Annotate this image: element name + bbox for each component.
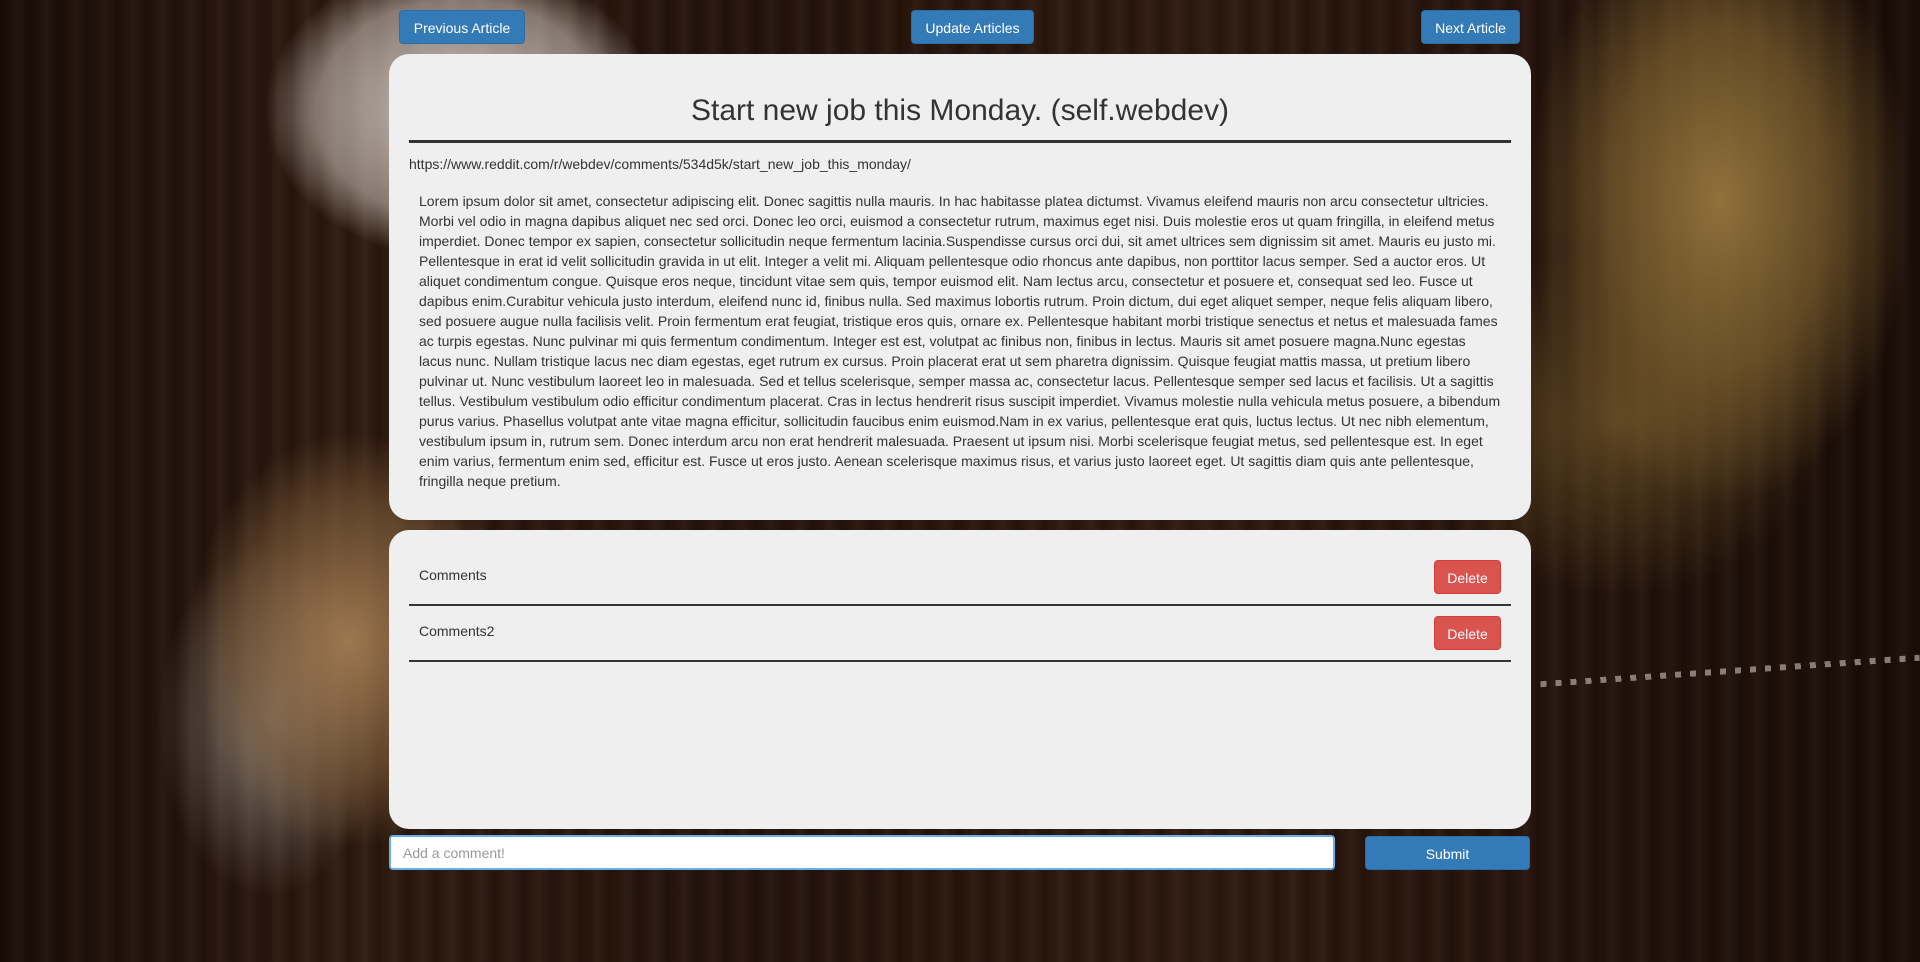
- comment-item: Comments2 Delete: [409, 606, 1511, 662]
- comment-item: Comments Delete: [409, 550, 1511, 606]
- comment-input[interactable]: [389, 835, 1335, 870]
- comments-list: Comments Delete Comments2 Delete: [409, 550, 1511, 662]
- previous-article-button[interactable]: Previous Article: [399, 10, 525, 44]
- next-article-button[interactable]: Next Article: [1421, 10, 1520, 44]
- background-decoration: [1540, 654, 1920, 688]
- article-body: Lorem ipsum dolor sit amet, consectetur …: [419, 193, 1501, 489]
- article-url: https://www.reddit.com/r/webdev/comments…: [409, 156, 911, 172]
- update-articles-button[interactable]: Update Articles: [911, 10, 1034, 44]
- comment-text: Comments2: [419, 623, 495, 639]
- submit-comment-button[interactable]: Submit: [1365, 836, 1530, 870]
- article-title: Start new job this Monday. (self.webdev): [409, 91, 1511, 143]
- article-panel: Start new job this Monday. (self.webdev)…: [389, 54, 1531, 520]
- delete-comment-button[interactable]: Delete: [1434, 560, 1501, 594]
- comment-text: Comments: [419, 567, 487, 583]
- delete-comment-button[interactable]: Delete: [1434, 616, 1501, 650]
- comments-panel: Comments Delete Comments2 Delete: [389, 530, 1531, 829]
